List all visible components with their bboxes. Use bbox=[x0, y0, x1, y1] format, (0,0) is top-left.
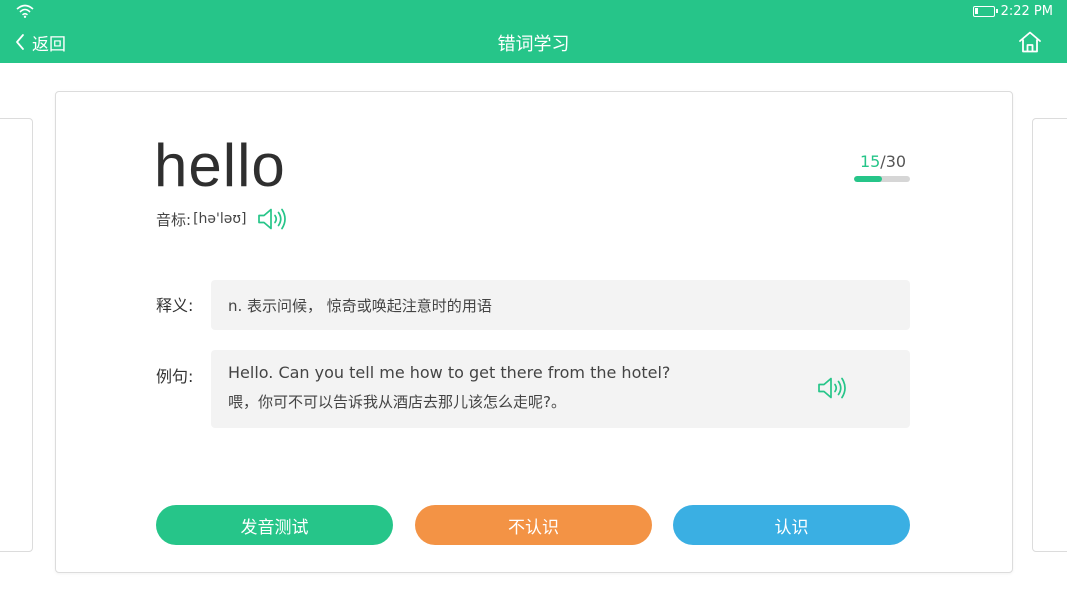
clock: 2:22 PM bbox=[1000, 3, 1053, 19]
speaker-icon[interactable] bbox=[256, 206, 288, 232]
phonetic-value: [hə'ləʊ] bbox=[193, 211, 247, 227]
progress-text: 15/30 bbox=[854, 152, 912, 171]
pronunciation-test-button[interactable]: 发音测试 bbox=[156, 505, 393, 545]
progress-indicator: 15/30 bbox=[854, 152, 912, 182]
next-card-peek[interactable] bbox=[1032, 118, 1067, 552]
phonetic-label: 音标: bbox=[156, 210, 192, 229]
word-text: hello bbox=[154, 132, 286, 199]
battery-icon bbox=[972, 5, 998, 17]
example-panel: Hello. Can you tell me how to get there … bbox=[211, 350, 910, 428]
page-title: 错词学习 bbox=[497, 34, 570, 55]
speaker-icon[interactable] bbox=[816, 375, 848, 401]
example-chinese: 喂，你可不可以告诉我从酒店去那儿该怎么走呢?。 bbox=[228, 393, 566, 411]
wifi-icon bbox=[16, 4, 34, 18]
dont-know-button[interactable]: 不认识 bbox=[415, 505, 652, 545]
know-button[interactable]: 认识 bbox=[673, 505, 910, 545]
home-icon[interactable] bbox=[1017, 30, 1043, 54]
progress-bar bbox=[854, 176, 910, 182]
status-bar-right: 2:22 PM bbox=[972, 2, 1053, 20]
example-label: 例句: bbox=[156, 367, 194, 386]
phonetic-row: 音标: [hə'ləʊ] bbox=[156, 205, 288, 233]
progress-bar-fill bbox=[854, 176, 882, 182]
word-card: hello 音标: [hə'ləʊ] 15/30 释义: n. 表示问候， 惊奇… bbox=[55, 91, 1013, 573]
definition-label: 释义: bbox=[156, 296, 194, 315]
definition-panel: n. 表示问候， 惊奇或唤起注意时的用语 bbox=[211, 280, 910, 330]
progress-current: 15 bbox=[859, 152, 881, 171]
battery-level bbox=[974, 7, 978, 14]
example-english: Hello. Can you tell me how to get there … bbox=[228, 363, 671, 382]
definition-text: n. 表示问候， 惊奇或唤起注意时的用语 bbox=[228, 296, 492, 315]
app-header: 2:22 PM 返回 错词学习 bbox=[0, 0, 1067, 63]
progress-total: 30 bbox=[885, 152, 907, 171]
previous-card-peek[interactable] bbox=[0, 118, 33, 552]
